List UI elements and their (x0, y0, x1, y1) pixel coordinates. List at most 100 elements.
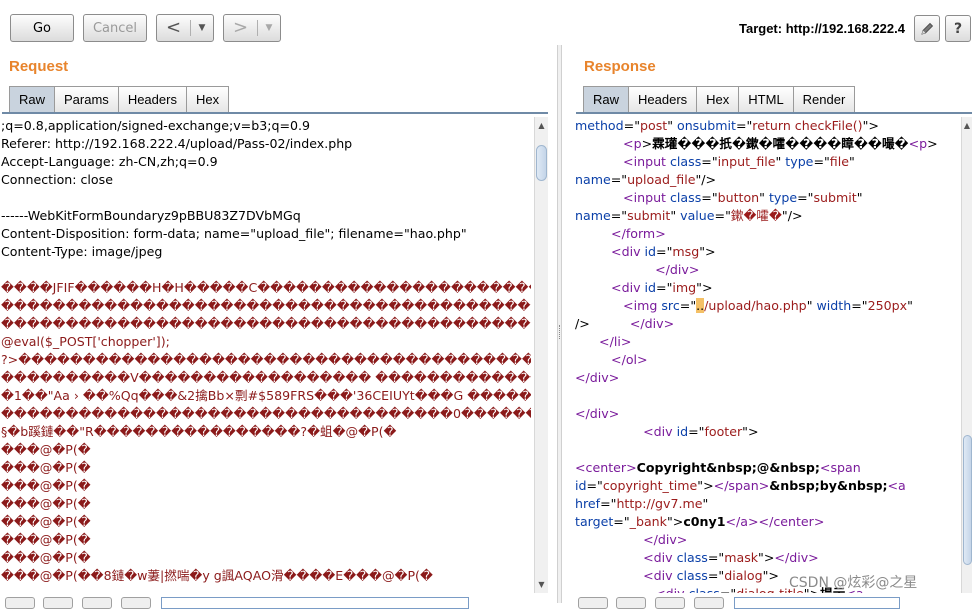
forward-dropdown-icon[interactable]: ▼ (258, 23, 280, 33)
response-line: </div> (575, 531, 960, 549)
code-token: " (907, 298, 913, 313)
tab-hex[interactable]: Hex (696, 86, 740, 112)
code-token: " (667, 118, 677, 133)
request-title: Request (9, 58, 69, 75)
response-line: <img src="../upload/hao.php" width="250p… (575, 297, 960, 315)
code-token: type (785, 154, 814, 169)
code-token: upload_file (627, 172, 696, 187)
edit-target-button[interactable] (914, 15, 940, 42)
request-line: ����JFIF������H�H�����C�����������������… (1, 280, 531, 295)
forward-nav-button[interactable]: > ▼ (223, 14, 281, 42)
request-line: ���@�P(� (1, 532, 91, 547)
request-search-input[interactable] (161, 597, 469, 609)
code-token: </div> (629, 316, 675, 331)
code-token: Copyright&nbsp;@&nbsp; (636, 460, 820, 475)
scroll-thumb[interactable] (963, 435, 972, 565)
code-token: mask (724, 550, 759, 565)
tab-render[interactable]: Render (792, 86, 856, 112)
code-token: <div (611, 244, 645, 259)
code-token: </ol> (611, 352, 648, 367)
search-next-button[interactable] (121, 597, 151, 609)
request-line: ;q=0.8,application/signed-exchange;v=b3;… (1, 118, 311, 133)
back-nav-button[interactable]: < ▼ (156, 14, 214, 42)
code-token: <img (623, 298, 662, 313)
go-button[interactable]: Go (10, 14, 74, 42)
search-prev-button[interactable] (43, 597, 73, 609)
search-prev-button[interactable] (616, 597, 646, 609)
scroll-up-icon[interactable]: ▲ (962, 118, 972, 132)
code-token: http://gv7.me (616, 496, 703, 511)
response-line: href="http://gv7.me" (575, 495, 960, 513)
code-token: =" (610, 172, 628, 187)
code-token: value (680, 208, 715, 223)
search-help-button[interactable] (578, 597, 608, 609)
search-add-button[interactable] (82, 597, 112, 609)
code-token: =" (688, 424, 705, 439)
tab-raw[interactable]: Raw (583, 86, 630, 112)
response-editor[interactable]: method="post" onsubmit="return checkFile… (575, 117, 960, 593)
response-line: </div> (575, 405, 960, 423)
code-token: " (775, 154, 786, 169)
code-token: &nbsp;by&nbsp; (769, 478, 888, 493)
pencil-icon (921, 22, 934, 35)
scroll-thumb[interactable] (536, 145, 547, 181)
code-token: c0ny1 (683, 514, 726, 529)
response-line: <div class="mask"></div> (575, 549, 960, 567)
response-scrollbar[interactable]: ▲ (961, 117, 972, 593)
tab-headers[interactable]: Headers (628, 86, 698, 112)
code-token: =" (701, 190, 718, 205)
search-add-button[interactable] (655, 597, 685, 609)
search-next-button[interactable] (694, 597, 724, 609)
go-label: Go (32, 20, 52, 36)
code-token: "> (762, 568, 779, 583)
request-line: �1��"Aa › ��%Qq���&2擒Bb×剽#$589FRS���'36C… (1, 388, 531, 403)
code-token: </span> (713, 478, 770, 493)
code-token: =" (813, 154, 830, 169)
code-token: id (644, 280, 657, 295)
tab-params[interactable]: Params (54, 86, 119, 112)
search-help-button[interactable] (5, 597, 35, 609)
code-token: onsubmit (677, 118, 736, 133)
request-line: ���@�P(� (1, 514, 91, 529)
code-token: " (806, 298, 817, 313)
scroll-up-icon[interactable]: ▲ (535, 118, 548, 132)
code-token: button (717, 190, 760, 205)
back-arrow-icon[interactable]: < (157, 19, 190, 37)
forward-arrow-icon[interactable]: > (224, 19, 257, 37)
request-editor[interactable]: ;q=0.8,application/signed-exchange;v=b3;… (1, 117, 531, 593)
tab-hex[interactable]: Hex (185, 86, 230, 112)
code-token: id (676, 424, 689, 439)
tab-html[interactable]: HTML (738, 86, 794, 112)
code-token: /> (575, 316, 630, 331)
code-token: =" (714, 208, 731, 223)
code-token: id (575, 478, 587, 493)
tab-raw[interactable]: Raw (9, 86, 56, 112)
request-line: Referer: http://192.168.222.4/upload/Pas… (1, 136, 353, 151)
help-icon: ? (953, 20, 963, 37)
pane-splitter[interactable] (557, 45, 562, 603)
request-line: ����������������������������������������… (1, 316, 531, 331)
tab-headers[interactable]: Headers (117, 86, 187, 112)
code-token: /upload/hao.php (704, 298, 807, 313)
response-search-input[interactable] (734, 597, 900, 609)
cancel-button[interactable]: Cancel (83, 14, 147, 42)
request-scrollbar[interactable]: ▲ ▼ (534, 117, 548, 593)
code-token: =" (656, 280, 673, 295)
code-token: =" (851, 298, 868, 313)
code-token: class (670, 190, 702, 205)
code-token: " (759, 190, 769, 205)
back-dropdown-icon[interactable]: ▼ (191, 23, 213, 33)
code-token: </div> (575, 406, 620, 421)
code-token: =" (735, 118, 753, 133)
request-line: Connection: close (1, 172, 113, 187)
code-token: 250px (867, 298, 908, 313)
code-token: file (829, 154, 849, 169)
code-token: =" (679, 298, 697, 313)
scroll-down-icon[interactable]: ▼ (535, 577, 548, 591)
request-line (1, 261, 531, 279)
help-button[interactable]: ? (945, 15, 971, 42)
